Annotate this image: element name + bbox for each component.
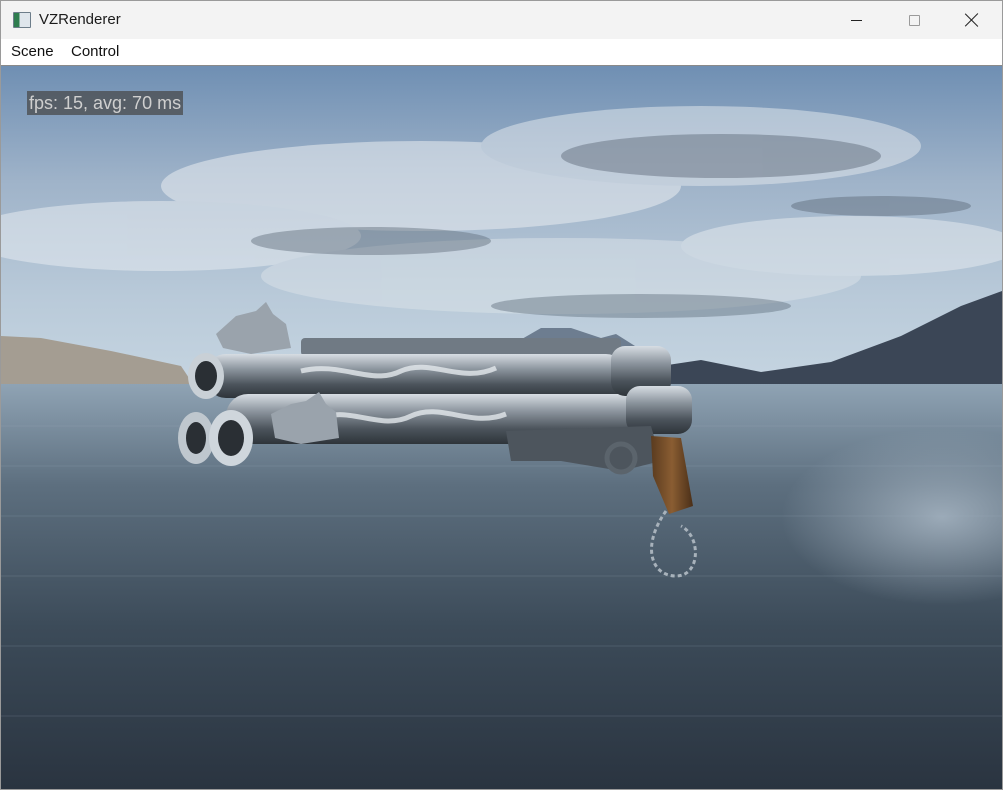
app-icon [13, 12, 31, 28]
menu-control[interactable]: Control [71, 43, 119, 60]
render-viewport[interactable]: fps: 15, avg: 70 ms [1, 66, 1002, 789]
app-window: VZRenderer Scene Control fps: 15, avg: 7… [0, 0, 1003, 790]
minimize-icon [850, 19, 862, 21]
window-title: VZRenderer [39, 11, 121, 28]
close-icon [965, 13, 979, 27]
close-button[interactable] [943, 1, 1001, 39]
menu-scene[interactable]: Scene [11, 43, 54, 60]
rendered-scene [1, 66, 1002, 789]
maximize-button[interactable] [885, 1, 943, 39]
minimize-button[interactable] [827, 1, 885, 39]
title-bar[interactable]: VZRenderer [1, 1, 1002, 39]
maximize-icon [908, 14, 920, 26]
menu-bar: Scene Control [1, 39, 1002, 66]
fps-overlay: fps: 15, avg: 70 ms [27, 91, 184, 115]
